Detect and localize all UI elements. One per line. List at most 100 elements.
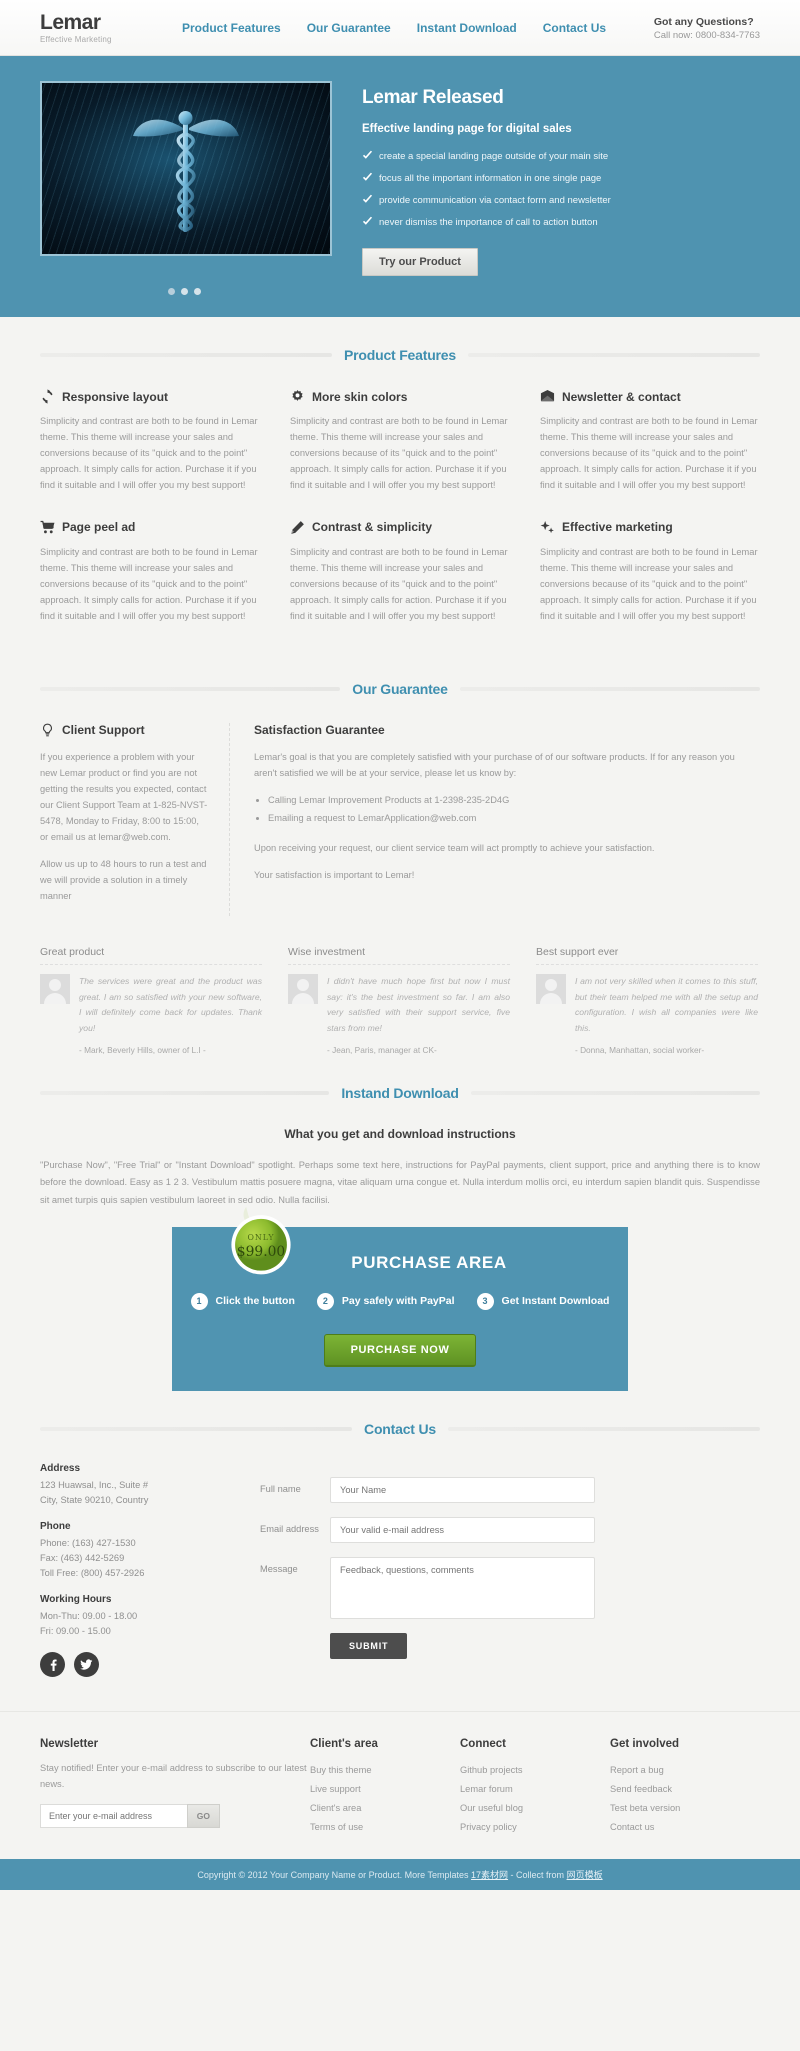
address-label: Address xyxy=(40,1462,81,1474)
envelope-icon xyxy=(540,389,555,402)
email-input[interactable] xyxy=(330,1516,595,1543)
brand-logo[interactable]: Lemar Effective Marketing xyxy=(40,12,160,44)
fullname-label: Full name xyxy=(260,1483,301,1494)
testimonial-author: - Jean, Paris, manager at CK- xyxy=(327,1045,437,1056)
working-hours-value: Mon-Thu: 09.00 - 18.00 Fri: 09.00 - 15.0… xyxy=(40,1611,138,1637)
twitter-icon xyxy=(80,1659,93,1670)
address-value: 123 Huawsal, Inc., Suite # City, State 9… xyxy=(40,1479,149,1505)
section-title-instant-download: Instand Download xyxy=(341,1085,459,1102)
slider-dot-1[interactable] xyxy=(168,288,175,295)
feature-card: Page peel ad Simplicity and contrast are… xyxy=(40,520,260,625)
client-support-title: Client Support xyxy=(62,723,145,738)
footer-column-clients-area: Client's area Buy this theme Live suppor… xyxy=(310,1738,460,1837)
list-item[interactable]: Live support xyxy=(310,1780,460,1799)
purchase-step: 2 Pay safely with PayPal xyxy=(316,1292,455,1310)
section-title-product-features: Product Features xyxy=(344,347,456,363)
svg-text:$99.00: $99.00 xyxy=(237,1244,286,1260)
satisfaction-bullet: Calling Lemar Improvement Products at 1-… xyxy=(268,792,760,810)
facebook-link[interactable] xyxy=(40,1652,65,1678)
list-item[interactable]: Report a bug xyxy=(610,1761,760,1780)
nav-item-our-guarantee[interactable]: Our Guarantee xyxy=(307,21,391,35)
pencil-icon xyxy=(291,521,304,534)
divider xyxy=(536,963,758,965)
purchase-area: ONLY $99.00 PURCHASE AREA 1 Click the bu… xyxy=(172,1206,628,1391)
section-heading: Contact Us xyxy=(40,1421,760,1437)
step-number: 1 xyxy=(190,1292,208,1310)
copyright-link-1[interactable]: 17素材网 xyxy=(471,1870,508,1880)
footer-link[interactable]: Client's area xyxy=(310,1803,361,1813)
footer-link[interactable]: Lemar forum xyxy=(460,1784,513,1794)
divider xyxy=(40,963,262,965)
nav-item-instant-download[interactable]: Instant Download xyxy=(417,21,517,35)
footer-column-title: Connect xyxy=(460,1738,506,1751)
testimonial-author: - Donna, Manhattan, social worker- xyxy=(575,1045,705,1056)
nav-item-product-features[interactable]: Product Features xyxy=(182,21,281,35)
footer-link[interactable]: Buy this theme xyxy=(310,1765,372,1775)
nav-item-contact-us[interactable]: Contact Us xyxy=(543,21,606,35)
slider-dot-3[interactable] xyxy=(194,288,201,295)
footer-link[interactable]: Send feedback xyxy=(610,1784,672,1794)
section-heading: Product Features xyxy=(40,347,761,363)
step-label: Pay safely with PayPal xyxy=(341,1295,455,1308)
slider-dot-2[interactable] xyxy=(181,288,188,295)
list-item[interactable]: Buy this theme xyxy=(310,1761,460,1780)
section-heading: Our Guarantee xyxy=(40,681,760,697)
satisfaction-bullet: Emailing a request to LemarApplication@w… xyxy=(268,810,760,828)
newsletter-email-input[interactable] xyxy=(40,1803,187,1828)
avatar xyxy=(536,973,566,1004)
rule-right xyxy=(447,1426,760,1431)
hero-bullet-item: never dismiss the importance of call to … xyxy=(362,216,611,228)
slider-pagination[interactable] xyxy=(40,288,760,295)
footer-link[interactable]: Privacy policy xyxy=(460,1822,517,1832)
hero-bullet-item: focus all the important information in o… xyxy=(362,172,611,184)
client-support-heading: Client Support xyxy=(40,723,209,738)
footer-link[interactable]: Report a bug xyxy=(610,1765,664,1775)
rule-left xyxy=(40,686,341,691)
feature-title: Newsletter & contact xyxy=(562,389,681,404)
feature-title: Effective marketing xyxy=(562,520,673,535)
newsletter-go-button[interactable]: GO xyxy=(186,1803,220,1828)
rule-right xyxy=(467,353,761,357)
footer-link[interactable]: Terms of use xyxy=(310,1822,363,1832)
footer-link[interactable]: Our useful blog xyxy=(460,1803,523,1813)
list-item[interactable]: Github projects xyxy=(460,1761,610,1780)
step-label: Click the button xyxy=(215,1295,295,1308)
footer-link[interactable]: Contact us xyxy=(610,1822,654,1832)
list-item[interactable]: Our useful blog xyxy=(460,1799,610,1818)
feature-body: Simplicity and contrast are both to be f… xyxy=(540,416,758,490)
questions-title: Got any Questions? xyxy=(653,15,754,28)
message-textarea[interactable] xyxy=(330,1556,595,1619)
testimonial-quote: I didn't have much hope first but now I … xyxy=(327,975,510,1034)
footer-link[interactable]: Test beta version xyxy=(610,1803,680,1813)
footer-column-title: Get involved xyxy=(610,1738,680,1751)
purchase-now-button[interactable]: PURCHASE NOW xyxy=(323,1333,477,1367)
fullname-input[interactable] xyxy=(330,1476,595,1503)
footer-column-title: Client's area xyxy=(310,1738,378,1751)
list-item[interactable]: Test beta version xyxy=(610,1799,760,1818)
call-now-text: Call now: 0800-834-7763 xyxy=(653,29,760,41)
list-item[interactable]: Send feedback xyxy=(610,1780,760,1799)
satisfaction-paragraph-1: Lemar's goal is that you are completely … xyxy=(254,751,735,779)
footer-link[interactable]: Github projects xyxy=(460,1765,523,1775)
list-item[interactable]: Lemar forum xyxy=(460,1780,610,1799)
feature-body: Simplicity and contrast are both to be f… xyxy=(40,546,258,621)
copyright-link-2[interactable]: 网页模板 xyxy=(567,1870,603,1880)
feature-title: Page peel ad xyxy=(62,520,136,535)
client-support-paragraph-2: Allow us up to 48 hours to run a test an… xyxy=(40,858,207,901)
list-item[interactable]: Client's area xyxy=(310,1799,460,1818)
try-our-product-button[interactable]: Try our Product xyxy=(362,248,478,276)
testimonial-card: Best support ever I am not very skilled … xyxy=(536,946,758,1056)
submit-button[interactable]: SUBMIT xyxy=(330,1632,408,1659)
satisfaction-guarantee-block: Satisfaction Guarantee Lemar's goal is t… xyxy=(230,723,760,916)
feature-title: Responsive layout xyxy=(62,389,169,404)
feature-body: Simplicity and contrast are both to be f… xyxy=(540,546,758,621)
list-item[interactable]: Privacy policy xyxy=(460,1818,610,1837)
testimonial-author: - Mark, Beverly Hills, owner of L.I - xyxy=(79,1045,206,1056)
hero-bullet-list: create a special landing page outside of… xyxy=(362,150,611,228)
footer-link[interactable]: Live support xyxy=(310,1784,361,1794)
twitter-link[interactable] xyxy=(74,1652,99,1678)
list-item[interactable]: Contact us xyxy=(610,1818,760,1837)
list-item[interactable]: Terms of use xyxy=(310,1818,460,1837)
hero-slide-image[interactable] xyxy=(40,81,332,256)
refresh-icon xyxy=(42,389,53,404)
